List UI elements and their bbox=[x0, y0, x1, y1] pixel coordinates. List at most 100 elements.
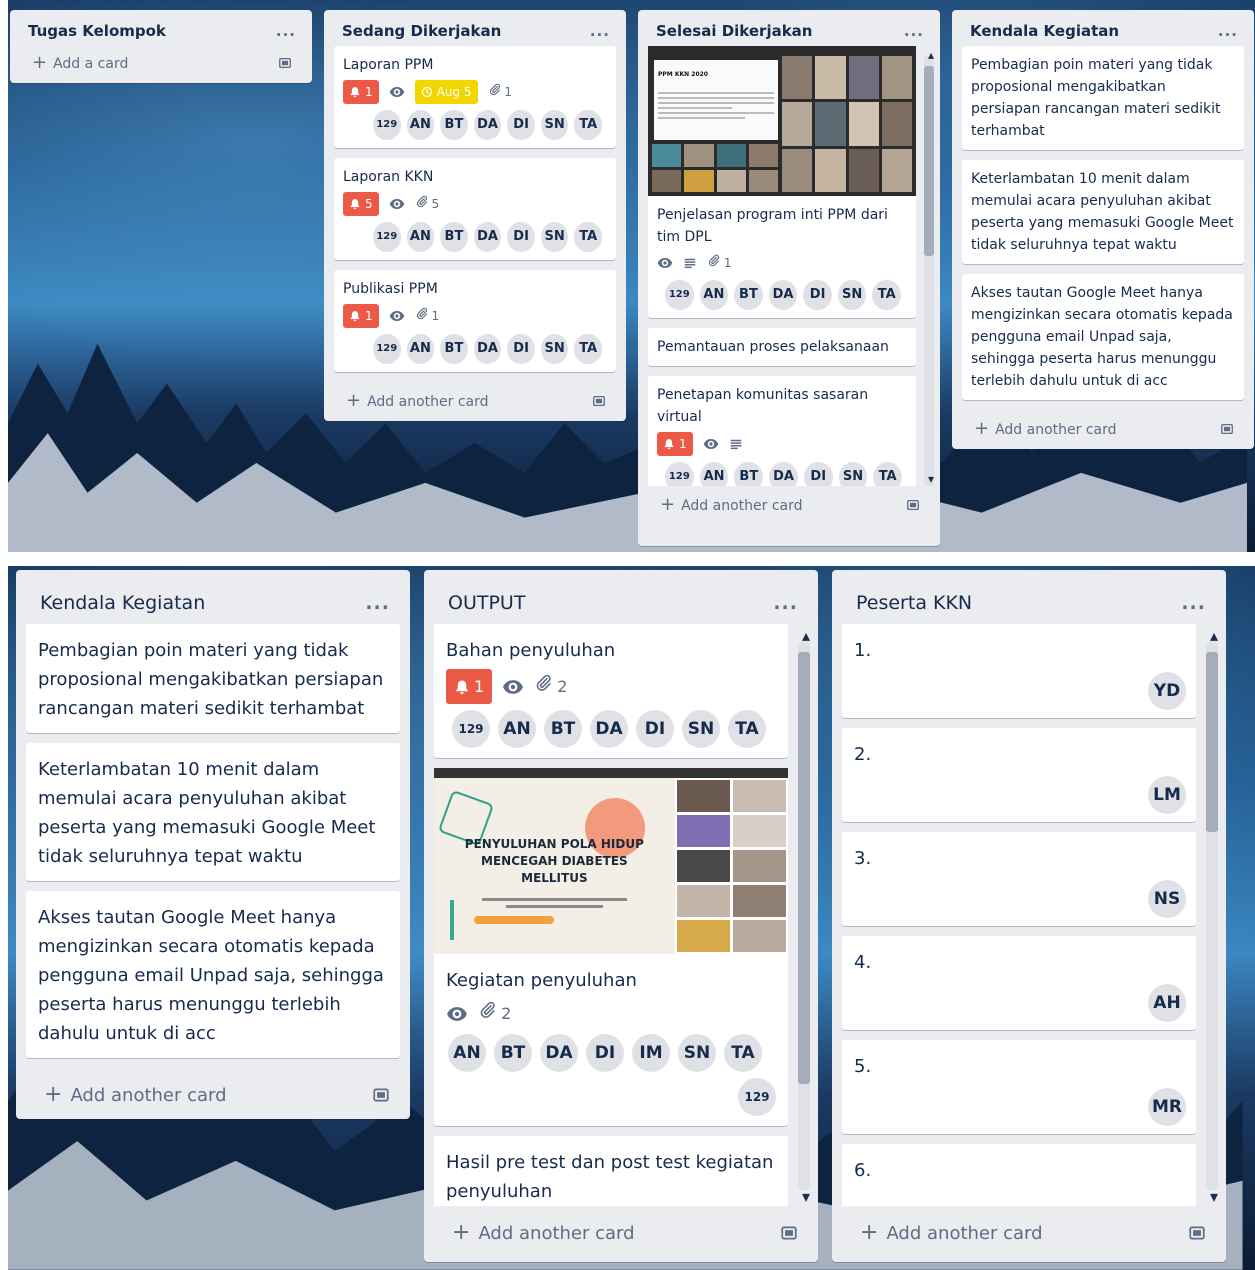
card-template-icon[interactable] bbox=[906, 498, 920, 512]
member-avatar[interactable]: AN bbox=[406, 222, 435, 252]
member-avatar[interactable]: AN bbox=[406, 110, 435, 140]
scrollbar-thumb[interactable] bbox=[1206, 652, 1218, 832]
list-title[interactable]: Peserta KKN bbox=[856, 592, 972, 614]
member-avatar[interactable]: BT bbox=[440, 334, 468, 364]
card-penjelasan-program[interactable]: PPM KKN 2020 Penjelasan program inti PPM… bbox=[648, 46, 916, 318]
member-avatar[interactable]: MR bbox=[1148, 1088, 1186, 1126]
card-peserta-1[interactable]: 1. YD bbox=[842, 624, 1196, 718]
add-card-button[interactable]: + Add another card bbox=[346, 390, 489, 411]
add-card-button[interactable]: + Add a card bbox=[32, 52, 128, 73]
card-kendala-2[interactable]: Keterlambatan 10 menit dalam memulai aca… bbox=[26, 743, 400, 881]
list-menu-icon[interactable]: ... bbox=[590, 22, 610, 40]
add-card-row[interactable]: + Add another card bbox=[952, 410, 1254, 449]
scroll-up-chevron-icon[interactable]: ▴ bbox=[928, 48, 934, 62]
list-title[interactable]: Sedang Dikerjakan bbox=[342, 22, 501, 40]
member-avatar[interactable]: BT bbox=[734, 462, 764, 486]
member-avatar[interactable]: AN bbox=[699, 280, 729, 310]
card-peserta-2[interactable]: 2. LM bbox=[842, 728, 1196, 822]
card-bahan-penyuluhan[interactable]: Bahan penyuluhan 1 2 129 AN BT DA DI SN … bbox=[434, 624, 788, 758]
card-peserta-5[interactable]: 5. MR bbox=[842, 1040, 1196, 1134]
member-avatar[interactable]: TA bbox=[724, 1034, 762, 1072]
list-menu-icon[interactable]: ... bbox=[904, 22, 924, 40]
member-avatar[interactable]: AN bbox=[498, 710, 536, 748]
member-avatar[interactable]: DA bbox=[769, 462, 798, 486]
member-avatar[interactable]: DA bbox=[473, 222, 502, 252]
member-avatar[interactable]: 129 bbox=[373, 110, 401, 140]
add-card-button[interactable]: + Add another card bbox=[974, 418, 1117, 439]
card-template-icon[interactable] bbox=[278, 56, 292, 70]
add-card-button[interactable]: + Add another card bbox=[860, 1220, 1043, 1245]
scroll-up-chevron-icon[interactable]: ▴ bbox=[802, 626, 810, 645]
member-avatar[interactable]: 129 bbox=[373, 222, 401, 252]
card-penetapan-komunitas[interactable]: Penetapan komunitas sasaran virtual 1 12… bbox=[648, 376, 916, 486]
card-hasil-pre-test[interactable]: Hasil pre test dan post test kegiatan pe… bbox=[434, 1136, 788, 1206]
member-avatar[interactable]: SN bbox=[678, 1034, 716, 1072]
member-avatar[interactable]: DI bbox=[507, 334, 535, 364]
card-template-icon[interactable] bbox=[592, 394, 606, 408]
member-avatar[interactable]: SN bbox=[540, 110, 569, 140]
add-card-row[interactable]: + Add another card bbox=[16, 1068, 410, 1119]
list-menu-icon[interactable]: ... bbox=[1218, 22, 1238, 40]
add-card-row[interactable]: + Add another card bbox=[638, 486, 940, 525]
scroll-down-chevron-icon[interactable]: ▾ bbox=[1210, 1187, 1218, 1206]
add-card-row[interactable]: + Add another card bbox=[324, 382, 626, 421]
list-menu-icon[interactable]: ... bbox=[773, 592, 798, 614]
member-avatar[interactable]: SN bbox=[540, 222, 569, 252]
member-avatar[interactable]: BT bbox=[494, 1034, 532, 1072]
list-cards-scroll[interactable]: 1. YD 2. LM 3. NS 4. AH 5. MR 6. ▴ ▾ bbox=[832, 624, 1226, 1206]
list-menu-icon[interactable]: ... bbox=[276, 22, 296, 40]
member-avatar[interactable]: AN bbox=[406, 334, 435, 364]
member-avatar[interactable]: DI bbox=[507, 110, 535, 140]
member-avatar[interactable]: AN bbox=[699, 462, 729, 486]
member-avatar[interactable]: TA bbox=[574, 110, 603, 140]
add-card-row[interactable]: + Add another card bbox=[424, 1206, 818, 1257]
member-avatar[interactable]: AH bbox=[1148, 984, 1186, 1022]
add-card-row[interactable]: + Add a card bbox=[10, 46, 312, 83]
member-avatar[interactable]: SN bbox=[682, 710, 720, 748]
card-kendala-3[interactable]: Akses tautan Google Meet hanya mengizink… bbox=[962, 274, 1244, 400]
member-avatar[interactable]: SN bbox=[837, 280, 867, 310]
member-avatar[interactable]: AN bbox=[448, 1034, 486, 1072]
member-avatar[interactable]: DA bbox=[473, 334, 502, 364]
card-kegiatan-penyuluhan[interactable]: PENYULUHAN POLA HIDUP MENCEGAH DIABETES … bbox=[434, 768, 788, 1126]
member-avatar[interactable]: DA bbox=[768, 280, 798, 310]
member-avatar[interactable]: BT bbox=[544, 710, 582, 748]
list-title[interactable]: Kendala Kegiatan bbox=[970, 22, 1119, 40]
member-avatar[interactable]: IM bbox=[632, 1034, 670, 1072]
due-date-badge[interactable]: Aug 5 bbox=[414, 80, 478, 104]
member-avatar[interactable]: 129 bbox=[452, 710, 490, 748]
member-avatar[interactable]: DA bbox=[540, 1034, 578, 1072]
member-avatar[interactable]: 129 bbox=[665, 462, 694, 486]
add-card-button[interactable]: + Add another card bbox=[44, 1082, 227, 1107]
card-template-icon[interactable] bbox=[372, 1086, 390, 1104]
card-peserta-4[interactable]: 4. AH bbox=[842, 936, 1196, 1030]
scroll-up-chevron-icon[interactable]: ▴ bbox=[1210, 626, 1218, 645]
member-avatar[interactable]: DA bbox=[590, 710, 628, 748]
list-menu-icon[interactable]: ... bbox=[365, 592, 390, 614]
card-laporan-kkn[interactable]: Laporan KKN 5 5 129 AN BT DA DI SN TA bbox=[334, 158, 616, 260]
member-avatar[interactable]: NS bbox=[1148, 880, 1186, 918]
list-title[interactable]: Selesai Dikerjakan bbox=[656, 22, 812, 40]
list-title[interactable]: OUTPUT bbox=[448, 592, 525, 614]
add-card-row[interactable]: + Add another card bbox=[832, 1206, 1226, 1257]
member-avatar[interactable]: TA bbox=[872, 280, 902, 310]
add-card-button[interactable]: + Add another card bbox=[452, 1220, 635, 1245]
scrollbar-thumb[interactable] bbox=[798, 652, 810, 1084]
member-avatar[interactable]: DI bbox=[507, 222, 535, 252]
member-avatar[interactable]: YD bbox=[1148, 672, 1186, 710]
member-avatar[interactable]: LM bbox=[1148, 776, 1186, 814]
card-publikasi-ppm[interactable]: Publikasi PPM 1 1 129 AN BT DA DI SN TA bbox=[334, 270, 616, 372]
member-avatar[interactable]: DI bbox=[803, 280, 832, 310]
scroll-down-chevron-icon[interactable]: ▾ bbox=[802, 1187, 810, 1206]
member-avatar[interactable]: 129 bbox=[665, 280, 694, 310]
card-peserta-6[interactable]: 6. bbox=[842, 1144, 1196, 1206]
member-avatar[interactable]: DI bbox=[803, 462, 833, 486]
member-avatar[interactable]: 129 bbox=[738, 1078, 776, 1116]
member-avatar[interactable]: 129 bbox=[373, 334, 401, 364]
member-avatar[interactable]: BT bbox=[734, 280, 763, 310]
list-menu-icon[interactable]: ... bbox=[1181, 592, 1206, 614]
member-avatar[interactable]: DI bbox=[586, 1034, 624, 1072]
card-kendala-2[interactable]: Keterlambatan 10 menit dalam memulai aca… bbox=[962, 160, 1244, 264]
member-avatar[interactable]: TA bbox=[574, 334, 603, 364]
list-title[interactable]: Kendala Kegiatan bbox=[40, 592, 205, 614]
